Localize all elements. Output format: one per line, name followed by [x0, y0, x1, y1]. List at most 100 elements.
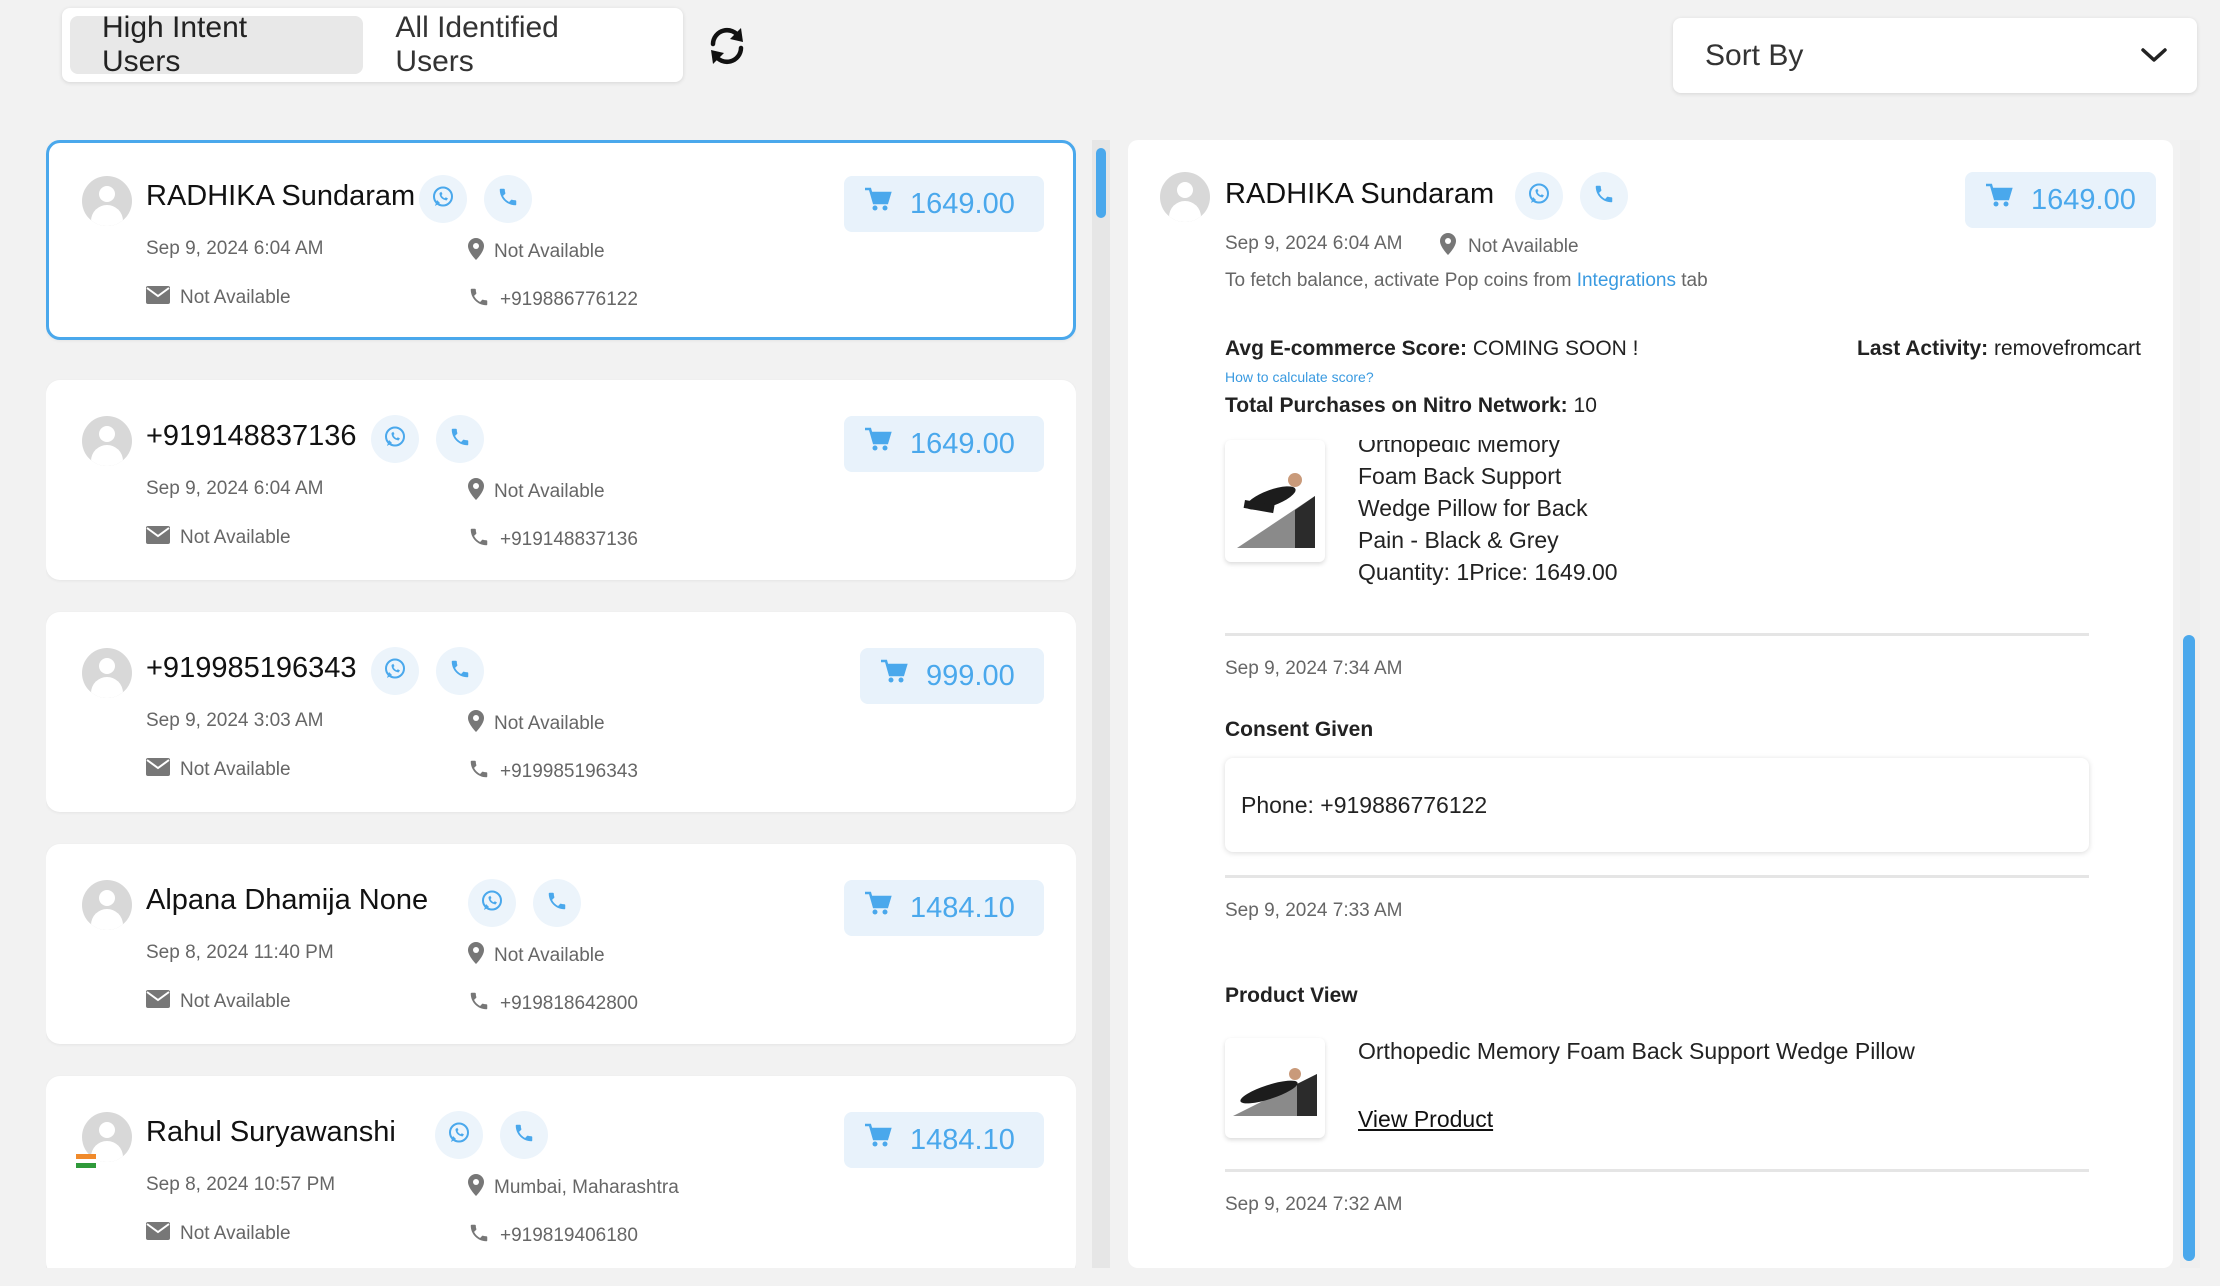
user-name: RADHIKA Sundaram: [146, 180, 416, 212]
detail-date: Sep 9, 2024 6:04 AM: [1225, 233, 1403, 254]
avatar: [1160, 172, 1210, 222]
avg-score-value: COMING SOON !: [1472, 337, 1639, 360]
whatsapp-button[interactable]: [1515, 172, 1563, 220]
list-scrollbar-thumb[interactable]: [1096, 148, 1106, 218]
user-card[interactable]: Rahul Suryawanshi 1484.10 Sep 8, 2024 10…: [46, 1076, 1076, 1268]
detail-scrollbar[interactable]: [2180, 140, 2200, 1268]
user-location: Not Available: [468, 478, 605, 506]
integrations-link[interactable]: Integrations: [1577, 270, 1676, 291]
call-button[interactable]: [484, 175, 532, 223]
cart-product-line: Orthopedic Memory: [1358, 440, 1560, 457]
user-detail-panel: RADHIKA Sundaram 1649.00 Sep 9, 2024 6:0…: [1128, 140, 2173, 1268]
detail-cart-amount[interactable]: 1649.00: [1965, 172, 2156, 228]
phone-icon: [497, 186, 519, 213]
sort-by-dropdown[interactable]: Sort By: [1673, 18, 2197, 93]
location-pin-icon: [468, 942, 494, 970]
user-email: Not Available: [146, 990, 291, 1014]
list-scrollbar[interactable]: [1092, 140, 1110, 1268]
cart-amount[interactable]: 1484.10: [844, 1112, 1044, 1168]
user-type-tabs: High Intent Users All Identified Users: [62, 8, 683, 82]
call-button[interactable]: [533, 879, 581, 927]
cart-product-line: Pain - Black & Grey: [1358, 527, 1559, 553]
cart-icon: [864, 187, 910, 221]
consent-title: Consent Given: [1225, 718, 1374, 741]
call-button[interactable]: [436, 647, 484, 695]
balance-note-suffix: tab: [1681, 270, 1708, 291]
avatar: [82, 648, 132, 698]
event-time: Sep 9, 2024 7:33 AM: [1225, 900, 1403, 921]
whatsapp-button[interactable]: [371, 415, 419, 463]
cart-icon: [880, 659, 926, 693]
score-help-link[interactable]: How to calculate score?: [1225, 369, 1374, 385]
phone-icon: [468, 1222, 500, 1250]
user-location-text: Not Available: [494, 241, 605, 262]
last-activity-value: removefromcart: [1993, 337, 2141, 360]
phone-icon: [513, 1122, 535, 1149]
total-purchases-label: Total Purchases on Nitro Network:: [1225, 394, 1568, 417]
cart-icon: [864, 1123, 910, 1157]
tab-all-identified-users[interactable]: All Identified Users: [363, 11, 675, 78]
whatsapp-button[interactable]: [468, 879, 516, 927]
whatsapp-button[interactable]: [435, 1111, 483, 1159]
location-pin-icon: [468, 478, 494, 506]
whatsapp-button[interactable]: [371, 647, 419, 695]
whatsapp-icon: [382, 424, 408, 455]
user-card[interactable]: +919148837136 1649.00 Sep 9, 2024 6:04 A…: [46, 380, 1076, 580]
call-button[interactable]: [1580, 172, 1628, 220]
detail-scrollbar-thumb[interactable]: [2183, 635, 2195, 1261]
cart-product-quantity-price: Quantity: 1Price: 1649.00: [1358, 559, 1618, 585]
cart-icon: [1985, 183, 2031, 217]
phone-icon: [1593, 183, 1615, 210]
cart-amount[interactable]: 1484.10: [844, 880, 1044, 936]
user-phone-text: +919886776122: [500, 289, 638, 310]
balance-note-prefix: To fetch balance, activate Pop coins fro…: [1225, 270, 1572, 291]
product-image: [1225, 440, 1325, 562]
amount-value: 1484.10: [910, 891, 1015, 924]
user-location-text: Not Available: [494, 713, 605, 734]
mail-icon: [146, 990, 180, 1014]
divider: [1225, 875, 2089, 878]
user-list: RADHIKA Sundaram 1649.00 Sep 9, 2024 6:0…: [46, 140, 1076, 1268]
user-card[interactable]: Alpana Dhamija None 1484.10 Sep 8, 2024 …: [46, 844, 1076, 1044]
mail-icon: [146, 286, 180, 310]
user-location-text: Not Available: [494, 481, 605, 502]
user-card[interactable]: +919985196343 999.00 Sep 9, 2024 3:03 AM…: [46, 612, 1076, 812]
last-activity: Last Activity: removefromcart: [1857, 337, 2141, 361]
avatar: [82, 416, 132, 466]
divider: [1225, 633, 2089, 636]
whatsapp-button[interactable]: [419, 175, 467, 223]
user-card[interactable]: RADHIKA Sundaram 1649.00 Sep 9, 2024 6:0…: [46, 140, 1076, 340]
call-button[interactable]: [436, 415, 484, 463]
mail-icon: [146, 758, 180, 782]
user-email-text: Not Available: [180, 991, 291, 1012]
user-name: +919148837136: [146, 420, 357, 452]
user-email: Not Available: [146, 1222, 291, 1246]
product-view-name: Orthopedic Memory Foam Back Support Wedg…: [1358, 1038, 1915, 1064]
user-phone: +919886776122: [468, 286, 638, 314]
user-email-text: Not Available: [180, 1223, 291, 1244]
user-location: Not Available: [468, 710, 605, 738]
detail-user-name: RADHIKA Sundaram: [1225, 178, 1495, 210]
call-button[interactable]: [500, 1111, 548, 1159]
phone-icon: [468, 526, 500, 554]
cart-amount[interactable]: 1649.00: [844, 176, 1044, 232]
india-flag-icon: [76, 1154, 96, 1168]
user-email-text: Not Available: [180, 759, 291, 780]
cart-amount[interactable]: 999.00: [860, 648, 1044, 704]
amount-value: 999.00: [926, 659, 1015, 692]
refresh-icon[interactable]: [703, 22, 751, 70]
user-date: Sep 8, 2024 11:40 PM: [146, 942, 334, 963]
user-location: Not Available: [468, 942, 605, 970]
user-date: Sep 9, 2024 6:04 AM: [146, 478, 324, 499]
user-date: Sep 9, 2024 3:03 AM: [146, 710, 324, 731]
detail-location: Not Available: [1440, 233, 1579, 261]
user-email: Not Available: [146, 758, 291, 782]
user-name: +919985196343: [146, 652, 357, 684]
tab-high-intent-users[interactable]: High Intent Users: [70, 11, 364, 78]
balance-note: To fetch balance, activate Pop coins fro…: [1225, 270, 1708, 292]
cart-amount[interactable]: 1649.00: [844, 416, 1044, 472]
location-pin-icon: [468, 1174, 494, 1202]
whatsapp-icon: [430, 184, 456, 215]
view-product-link[interactable]: View Product: [1358, 1106, 1493, 1133]
cart-icon: [864, 891, 910, 925]
